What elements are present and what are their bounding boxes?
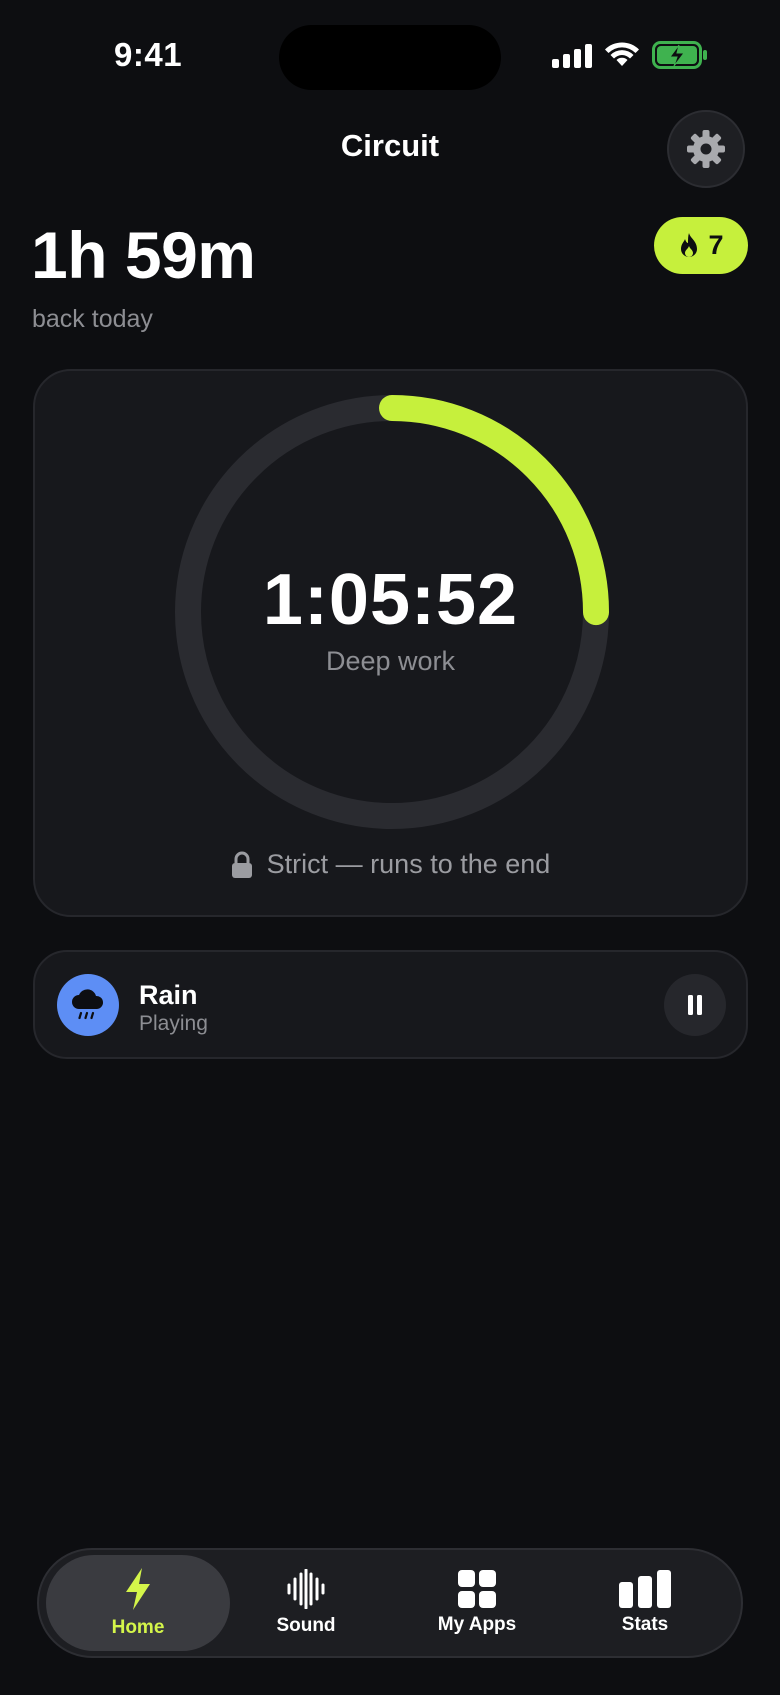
waveform-icon — [287, 1569, 325, 1609]
signal-icon — [552, 44, 592, 68]
pause-button[interactable] — [664, 974, 726, 1036]
tab-stats-label: Stats — [621, 1614, 669, 1635]
lock-icon — [231, 851, 252, 878]
gear-icon — [687, 130, 725, 168]
app-title: Circuit — [340, 128, 440, 163]
tab-bar: Home Sound My Apps Stats — [37, 1548, 743, 1658]
pause-icon — [688, 995, 702, 1015]
streak-badge[interactable]: 7 — [654, 217, 748, 274]
battery-charging-icon — [652, 41, 707, 69]
sound-name: Rain — [139, 980, 198, 1010]
sound-player-card[interactable]: Rain Playing — [33, 950, 748, 1059]
focus-timer-card: 1:05:52 Deep work Strict — runs to the e… — [33, 369, 748, 917]
settings-button[interactable] — [667, 110, 745, 188]
timer-value: 1:05:52 — [262, 560, 519, 640]
flame-icon — [681, 232, 698, 257]
bolt-icon — [126, 1568, 150, 1610]
dynamic-island — [279, 25, 501, 90]
tab-stats[interactable]: Stats — [553, 1555, 737, 1651]
sound-icon-badge — [57, 974, 119, 1036]
strict-mode-label: Strict — runs to the end — [266, 849, 551, 879]
wifi-icon — [605, 42, 639, 66]
tab-my-apps[interactable]: My Apps — [385, 1555, 569, 1651]
tab-sound-label: Sound — [276, 1615, 336, 1636]
tab-sound[interactable]: Sound — [214, 1555, 398, 1651]
strict-mode-row: Strict — runs to the end — [35, 849, 746, 880]
rain-cloud-icon — [72, 989, 104, 1020]
streak-count: 7 — [708, 230, 724, 260]
timer-mode: Deep work — [325, 646, 456, 676]
time-back-label: back today — [32, 305, 153, 333]
tab-home[interactable]: Home — [46, 1555, 230, 1651]
bar-chart-icon — [619, 1570, 671, 1608]
status-time: 9:41 — [114, 36, 183, 73]
app-screen: 9:41 Circuit 1h 59m back today 7 1:05:52… — [0, 0, 780, 1695]
tab-my-apps-label: My Apps — [437, 1614, 517, 1635]
sound-status: Playing — [139, 1012, 208, 1035]
grid-icon — [458, 1570, 496, 1608]
tab-home-label: Home — [111, 1617, 165, 1638]
time-back-value: 1h 59m — [31, 218, 256, 292]
